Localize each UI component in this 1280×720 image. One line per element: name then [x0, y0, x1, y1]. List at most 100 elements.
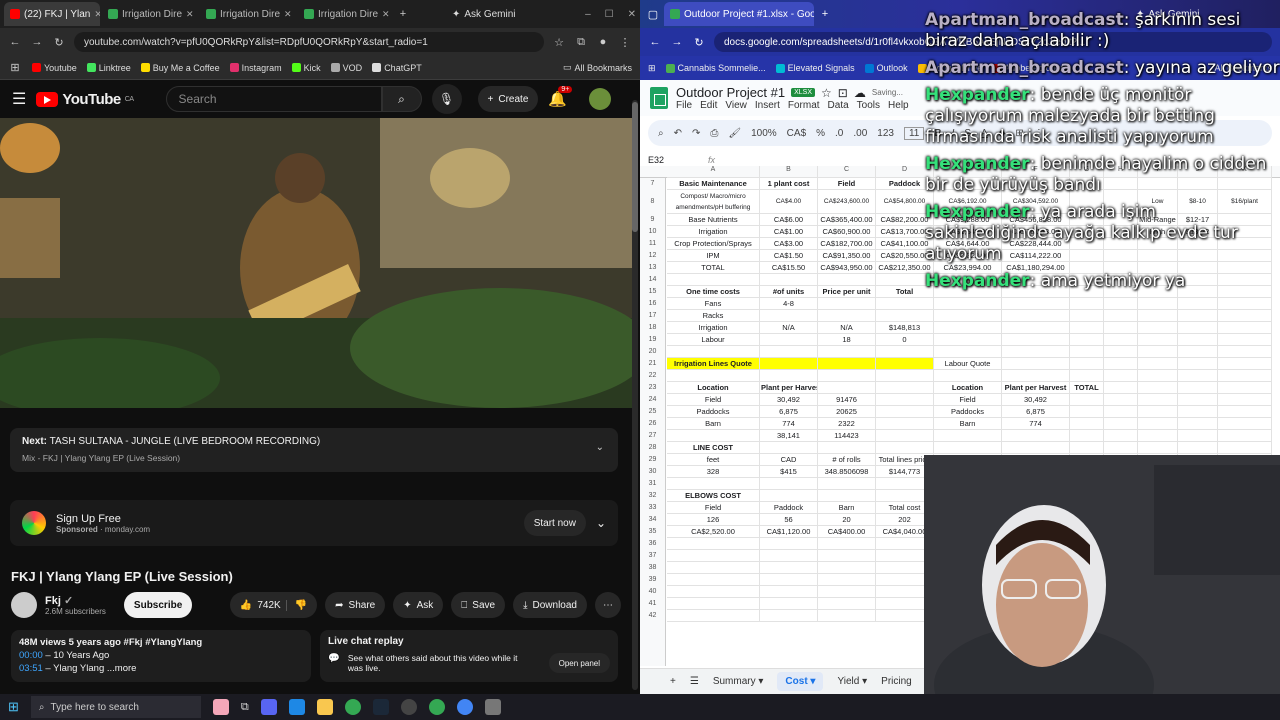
google-sheets-logo-icon[interactable] — [650, 87, 668, 109]
close-tab-icon[interactable]: ✕ — [94, 9, 100, 20]
cell[interactable] — [818, 358, 876, 370]
cell[interactable]: CA$243,600.00 — [818, 190, 876, 214]
cell[interactable]: 20 — [818, 514, 876, 526]
paint-format-icon[interactable]: 🖌 — [728, 128, 741, 139]
cell[interactable]: Barn — [818, 502, 876, 514]
cell[interactable]: Field — [667, 502, 760, 514]
tab-irrigation-3[interactable]: Irrigation Dire ✕ — [298, 2, 394, 26]
bookmark-kick[interactable]: Kick — [291, 63, 321, 73]
row-header[interactable]: 27 — [640, 430, 665, 442]
bookmark-chatgpt[interactable]: ChatGPT — [372, 63, 422, 73]
cell[interactable] — [818, 370, 876, 382]
cell[interactable] — [818, 538, 876, 550]
row-header[interactable]: 38 — [640, 562, 665, 574]
close-window-icon[interactable]: ✕ — [628, 9, 636, 20]
cell[interactable]: CA$91,350.00 — [818, 250, 876, 262]
cell[interactable] — [818, 598, 876, 610]
profile-icon[interactable]: ● — [596, 36, 610, 48]
column-header[interactable]: A — [667, 166, 760, 178]
row-header[interactable]: 34 — [640, 514, 665, 526]
chrome-icon[interactable] — [344, 699, 361, 715]
cell[interactable]: 18 — [818, 334, 876, 346]
cell[interactable]: Barn — [667, 418, 760, 430]
cell[interactable]: Basic Maintenance — [667, 178, 760, 190]
open-panel-button[interactable]: Open panel — [548, 653, 610, 673]
menu-data[interactable]: Data — [828, 100, 849, 111]
cell[interactable] — [667, 430, 760, 442]
sponsored-ad[interactable]: Sign Up Free Sponsored · monday.com Start… — [10, 500, 618, 546]
more-actions-icon[interactable]: ⋯ — [595, 592, 621, 618]
task-view-icon[interactable]: ⧉ — [241, 701, 249, 714]
cell[interactable]: 38,141 — [760, 430, 818, 442]
cell[interactable] — [1070, 358, 1104, 370]
row-header[interactable]: 26 — [640, 418, 665, 430]
cell[interactable] — [818, 442, 876, 454]
cell[interactable] — [760, 586, 818, 598]
url-field[interactable]: youtube.com/watch?v=pfU0QORkRpY&list=RDp… — [74, 32, 544, 52]
cell[interactable] — [667, 610, 760, 622]
cell[interactable]: N/A — [818, 322, 876, 334]
all-bookmarks[interactable]: ▭ All Bookmarks — [563, 62, 632, 73]
cell[interactable]: One time costs — [667, 286, 760, 298]
cell[interactable]: CA$4.00 — [760, 190, 818, 214]
cell[interactable] — [760, 334, 818, 346]
cell[interactable] — [760, 490, 818, 502]
row-header[interactable]: 10 — [640, 226, 665, 238]
cell[interactable] — [667, 370, 760, 382]
cell[interactable] — [1002, 310, 1070, 322]
cell[interactable] — [1138, 406, 1178, 418]
cell[interactable] — [1218, 358, 1272, 370]
cell[interactable] — [876, 382, 934, 394]
cell[interactable] — [1138, 310, 1178, 322]
cell[interactable]: CA$6.00 — [760, 214, 818, 226]
cell[interactable]: CA$2,520.00 — [667, 526, 760, 538]
cell[interactable]: CA$1,120.00 — [760, 526, 818, 538]
cell[interactable]: Plant per Harvest — [760, 382, 818, 394]
chrome-icon[interactable] — [456, 699, 473, 715]
cell[interactable]: CA$400.00 — [818, 526, 876, 538]
cell[interactable] — [760, 274, 818, 286]
download-button[interactable]: ⤓ Download — [513, 592, 587, 618]
currency-format-button[interactable]: CA$ — [787, 128, 806, 139]
cell[interactable] — [934, 310, 1002, 322]
cell[interactable]: 6,875 — [760, 406, 818, 418]
cell[interactable]: Location — [667, 382, 760, 394]
cell[interactable] — [1138, 370, 1178, 382]
channel-name[interactable]: Fkj ✓ — [45, 594, 106, 607]
cell[interactable] — [667, 586, 760, 598]
share-button[interactable]: ➦ Share — [325, 592, 386, 618]
cell[interactable] — [818, 478, 876, 490]
cell[interactable] — [1002, 430, 1070, 442]
steam-icon[interactable] — [372, 699, 389, 715]
cell[interactable] — [1070, 346, 1104, 358]
tab-search-icon[interactable]: ▢ — [646, 8, 660, 21]
cell[interactable] — [1070, 370, 1104, 382]
cell[interactable] — [1104, 406, 1138, 418]
youtube-logo[interactable]: YouTube CA — [36, 91, 134, 108]
cell[interactable] — [1070, 430, 1104, 442]
cell[interactable] — [1218, 310, 1272, 322]
cell[interactable] — [876, 394, 934, 406]
cell[interactable] — [667, 274, 760, 286]
cell[interactable] — [818, 310, 876, 322]
cell[interactable] — [1138, 346, 1178, 358]
zoom-select[interactable]: 100% — [751, 128, 777, 139]
cell[interactable] — [1218, 298, 1272, 310]
bookmark-elevated-signals[interactable]: Elevated Signals — [775, 63, 855, 73]
row-header[interactable]: 9 — [640, 214, 665, 226]
cell[interactable] — [1218, 382, 1272, 394]
row-header[interactable]: 8 — [640, 190, 665, 214]
minimize-icon[interactable]: – — [585, 9, 591, 20]
start-now-button[interactable]: Start now — [523, 510, 586, 536]
cell[interactable]: Field — [818, 178, 876, 190]
cell[interactable] — [1138, 442, 1178, 454]
cell[interactable] — [1104, 442, 1138, 454]
chapter-link[interactable]: 03:51 — [19, 663, 43, 674]
row-header[interactable]: 18 — [640, 322, 665, 334]
cell[interactable]: Paddocks — [667, 406, 760, 418]
cell[interactable]: 30,492 — [760, 394, 818, 406]
cell[interactable]: 4-8 — [760, 298, 818, 310]
cell[interactable] — [876, 418, 934, 430]
cell[interactable]: Field — [934, 394, 1002, 406]
apps-grid-icon[interactable]: ⊞ — [8, 61, 22, 74]
